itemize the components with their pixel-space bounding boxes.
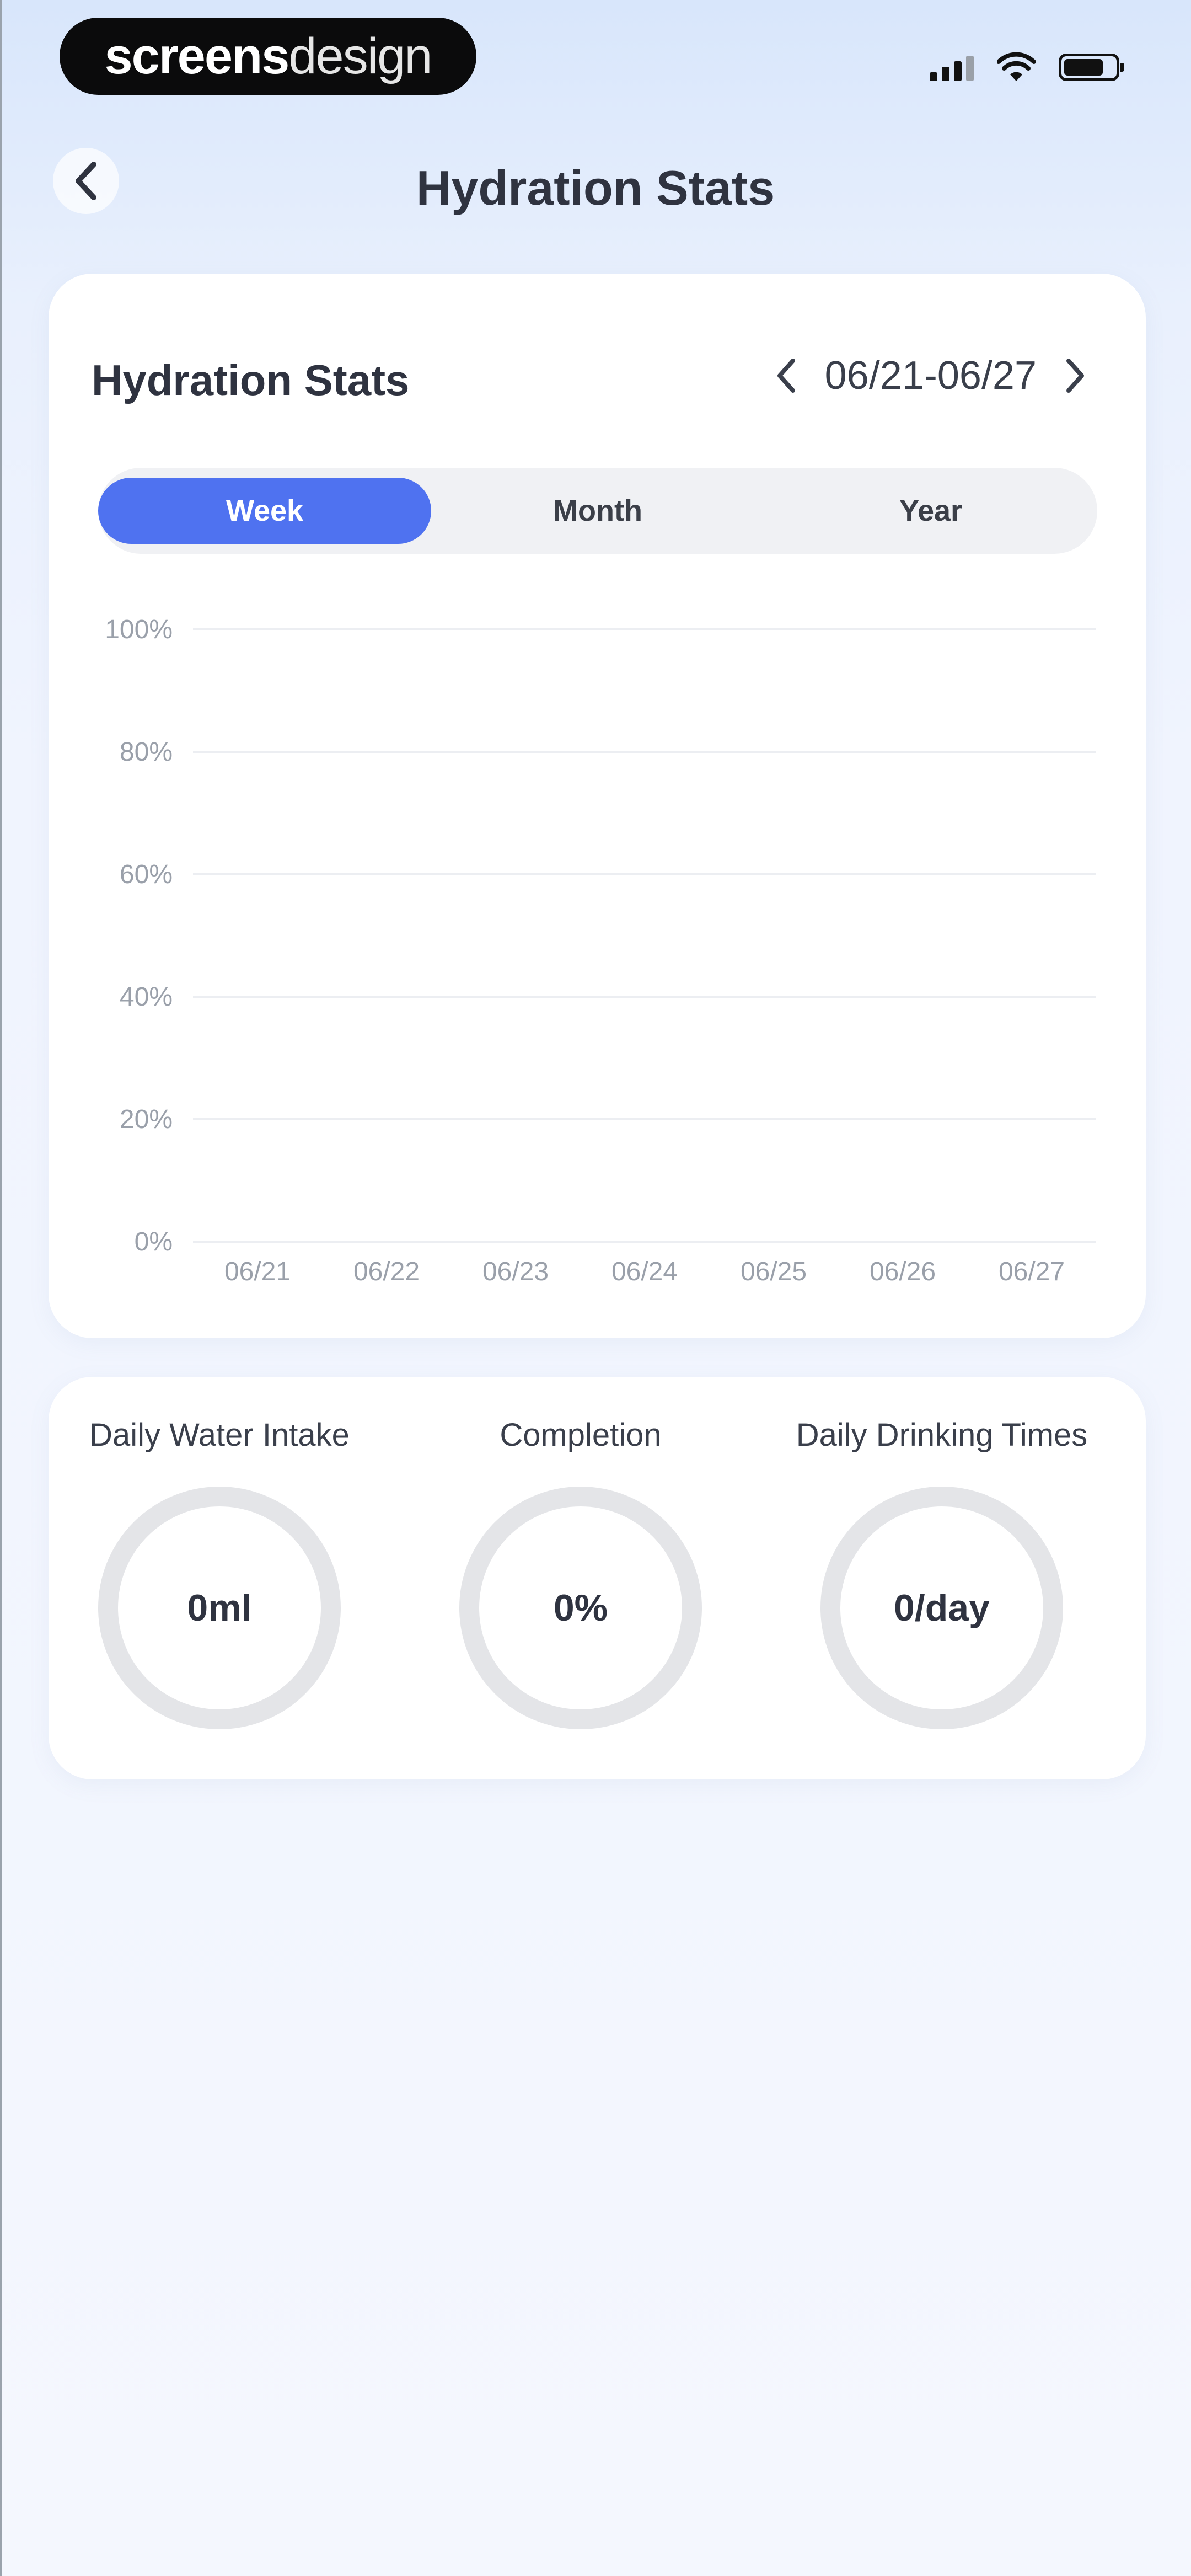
brand-light: design	[288, 28, 432, 84]
progress-ring: 0ml	[98, 1487, 341, 1729]
daily-drinking-times-stat: Daily Drinking Times 0/day	[771, 1417, 1113, 1729]
x-tick-label: 06/22	[353, 1257, 420, 1286]
x-tick-label: 06/23	[482, 1257, 549, 1286]
stat-label: Daily Drinking Times	[796, 1417, 1088, 1453]
battery-icon	[1059, 54, 1124, 81]
y-tick-label: 0%	[135, 1227, 173, 1257]
frame-edge	[0, 0, 2, 2576]
stat-value: 0%	[553, 1587, 608, 1629]
y-tick-label: 80%	[120, 737, 173, 767]
x-tick-label: 06/24	[611, 1257, 678, 1286]
status-icons	[930, 51, 1124, 84]
y-tick-label: 40%	[120, 982, 173, 1012]
y-tick-label: 20%	[120, 1105, 173, 1134]
brand-bold: screens	[104, 28, 290, 84]
progress-ring: 0/day	[820, 1487, 1063, 1729]
hydration-chart-card: Hydration Stats 06/21-06/27 Week Month Y…	[49, 274, 1146, 1338]
progress-ring: 0%	[459, 1487, 702, 1729]
x-tick-label: 06/26	[870, 1257, 936, 1286]
stat-label: Daily Water Intake	[89, 1417, 350, 1453]
summary-card: Daily Water Intake 0ml Completion 0% Dai…	[49, 1377, 1146, 1779]
cellular-signal-icon	[930, 54, 974, 81]
x-tick-label: 06/27	[999, 1257, 1065, 1286]
x-tick-label: 06/21	[224, 1257, 291, 1286]
wifi-icon	[997, 52, 1036, 81]
brand-watermark: screens design	[60, 18, 476, 95]
y-tick-label: 100%	[105, 615, 173, 644]
stat-label: Completion	[500, 1417, 662, 1453]
hydration-bar-chart: 100% 80% 60% 40% 20% 0% 06/21 06/22 06/23 06/24 06…	[105, 615, 1096, 1286]
y-tick-label: 60%	[120, 860, 173, 889]
page-title: Hydration Stats	[416, 161, 775, 215]
stat-value: 0/day	[894, 1587, 990, 1629]
x-tick-label: 06/25	[741, 1257, 807, 1286]
daily-water-intake-stat: Daily Water Intake 0ml	[49, 1417, 390, 1729]
completion-stat: Completion 0%	[410, 1417, 752, 1729]
stat-value: 0ml	[187, 1587, 252, 1629]
